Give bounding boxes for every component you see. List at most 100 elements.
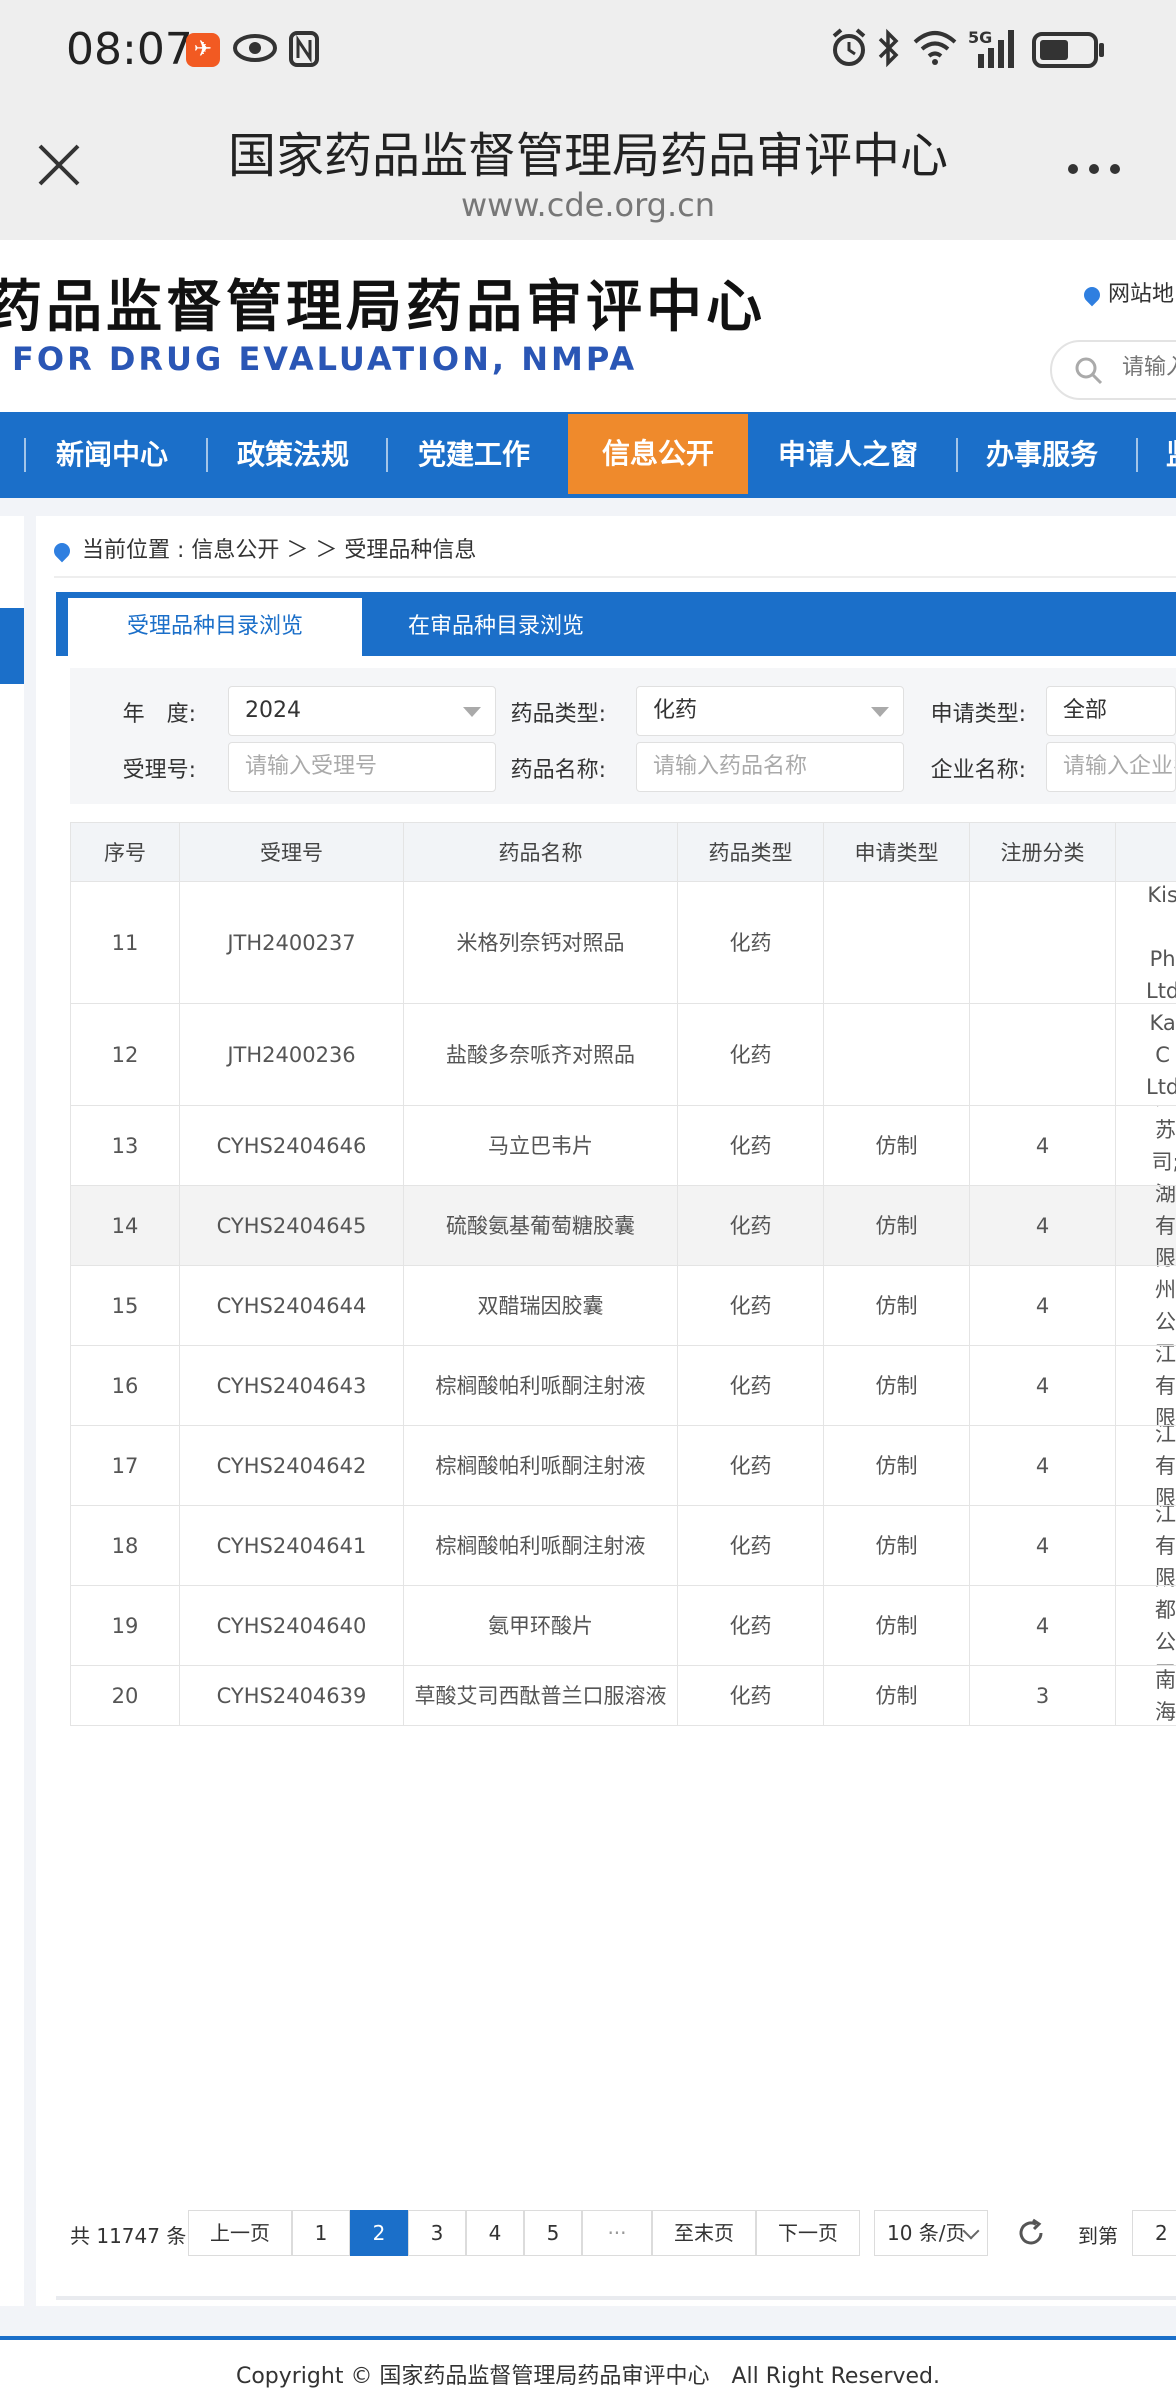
nav-item-info-disclosure[interactable]: 信息公开 xyxy=(568,414,748,494)
cell-drug-type: 化药 xyxy=(678,1666,824,1725)
table-row[interactable]: 15CYHS2404644双醋瑞因胶囊化药仿制4苏州 公司 xyxy=(70,1266,1176,1346)
cell-company: 成都 公司 xyxy=(1116,1586,1176,1665)
cell-reg-class: 4 xyxy=(970,1426,1116,1505)
nav-item-party[interactable]: 党建工作 xyxy=(418,412,530,498)
nav-item-more[interactable]: 监 xyxy=(1166,412,1176,498)
column-header-apply-type: 申请类型 xyxy=(824,822,970,882)
cell-accept-no: JTH2400237 xyxy=(180,882,404,1003)
cell-drug-name: 盐酸多奈哌齐对照品 xyxy=(404,1004,678,1105)
goto-page-input[interactable]: 2 xyxy=(1132,2210,1176,2256)
cell-drug-type: 化药 xyxy=(678,882,824,1003)
nav-item-applicant[interactable]: 申请人之窗 xyxy=(778,412,918,498)
cell-reg-class xyxy=(970,1004,1116,1105)
cell-apply-type: 仿制 xyxy=(824,1506,970,1585)
more-options-icon[interactable] xyxy=(1066,162,1122,176)
page-button-2[interactable]: 2 xyxy=(350,2210,408,2256)
sitemap-link[interactable]: 网站地 xyxy=(1080,276,1174,308)
table-row[interactable]: 16CYHS2404643棕榈酸帕利哌酮注射液化药仿制4浙江 有限 技 xyxy=(70,1346,1176,1426)
cell-drug-type: 化药 xyxy=(678,1106,824,1185)
column-header-company xyxy=(1116,822,1176,882)
apply-type-select[interactable]: 全部 xyxy=(1046,686,1176,736)
drug-name-input[interactable]: 请输入药品名称 xyxy=(636,742,904,792)
cell-accept-no: CYHS2404641 xyxy=(180,1506,404,1585)
divider xyxy=(56,2296,1176,2300)
browser-url[interactable]: www.cde.org.cn xyxy=(0,186,1176,224)
next-page-button[interactable]: 下一页 xyxy=(756,2210,860,2256)
cell-apply-type xyxy=(824,1004,970,1105)
column-header-reg-class: 注册分类 xyxy=(970,822,1116,882)
column-header-accept-no: 受理号 xyxy=(180,822,404,882)
prev-page-button[interactable]: 上一页 xyxy=(188,2210,292,2256)
nav-item-policy[interactable]: 政策法规 xyxy=(237,412,349,498)
table-row[interactable]: 11 JTH2400237 米格列奈钙对照品 化药 Kis Ph Ltd xyxy=(70,882,1176,1004)
cell-drug-name: 马立巴韦片 xyxy=(404,1106,678,1185)
nav-item-services[interactable]: 办事服务 xyxy=(986,412,1098,498)
page-ellipsis[interactable]: ··· xyxy=(582,2210,652,2256)
apply-type-select-value: 全部 xyxy=(1063,698,1108,723)
copyright-text: Copyright © 国家药品监督管理局药品审评中心 All Right Re… xyxy=(235,2364,941,2389)
nav-separator xyxy=(956,438,958,472)
page-button-3[interactable]: 3 xyxy=(408,2210,466,2256)
cell-company: Ka C Ltd xyxy=(1116,1004,1176,1105)
year-select[interactable]: 2024 xyxy=(228,686,496,736)
cell-no: 16 xyxy=(70,1346,180,1425)
eye-icon xyxy=(233,34,277,62)
site-search[interactable] xyxy=(1050,340,1176,400)
table-row[interactable]: 12 JTH2400236 盐酸多奈哌齐对照品 化药 Ka C Ltd xyxy=(70,1004,1176,1106)
bluetooth-icon xyxy=(878,28,899,68)
app-notification-icon: ✈ xyxy=(186,33,220,67)
cell-apply-type: 仿制 xyxy=(824,1426,970,1505)
page-size-value: 10 条/页 xyxy=(887,2221,966,2245)
page-button-5[interactable]: 5 xyxy=(524,2210,582,2256)
table-row[interactable]: 19CYHS2404640氨甲环酸片化药仿制4成都 公司 xyxy=(70,1586,1176,1666)
cell-accept-no: CYHS2404643 xyxy=(180,1346,404,1425)
total-count: 共 11747 条 xyxy=(70,2224,187,2248)
table-row[interactable]: 17CYHS2404642棕榈酸帕利哌酮注射液化药仿制4浙江 有限 技 xyxy=(70,1426,1176,1506)
tab-under-review-catalog[interactable]: 在审品种目录浏览 xyxy=(386,598,606,656)
cell-accept-no: CYHS2404645 xyxy=(180,1186,404,1265)
cell-apply-type: 仿制 xyxy=(824,1186,970,1265)
cell-accept-no: CYHS2404646 xyxy=(180,1106,404,1185)
cell-reg-class: 4 xyxy=(970,1106,1116,1185)
cell-no: 12 xyxy=(70,1004,180,1105)
site-search-input[interactable] xyxy=(1120,354,1176,381)
table-row[interactable]: 13CYHS2404646马立巴韦片化药仿制4江苏 司;江 xyxy=(70,1106,1176,1186)
page-button-1[interactable]: 1 xyxy=(292,2210,350,2256)
cell-accept-no: CYHS2404639 xyxy=(180,1666,404,1725)
cell-drug-type: 化药 xyxy=(678,1586,824,1665)
side-panel-active-item[interactable] xyxy=(0,608,24,684)
cell-reg-class: 4 xyxy=(970,1586,1116,1665)
refresh-icon[interactable] xyxy=(1016,2218,1046,2248)
cell-company: Kis Ph Ltd xyxy=(1116,882,1176,1003)
accept-no-label: 受理号: xyxy=(122,758,196,783)
nav-item-news[interactable]: 新闻中心 xyxy=(56,412,168,498)
browser-page-title: 国家药品监督管理局药品审评中心 xyxy=(227,128,948,184)
goto-label: 到第 xyxy=(1078,2224,1118,2248)
tab-bar: 受理品种目录浏览 在审品种目录浏览 xyxy=(56,592,1176,656)
year-label: 年 度: xyxy=(122,702,196,727)
cell-drug-type: 化药 xyxy=(678,1506,824,1585)
column-header-no: 序号 xyxy=(70,822,180,882)
nav-separator xyxy=(206,438,208,472)
cell-no: 14 xyxy=(70,1186,180,1265)
cell-no: 20 xyxy=(70,1666,180,1725)
cell-reg-class: 3 xyxy=(970,1666,1116,1725)
tab-accepted-catalog[interactable]: 受理品种目录浏览 xyxy=(68,598,362,656)
page-button-4[interactable]: 4 xyxy=(466,2210,524,2256)
drug-type-select[interactable]: 化药 xyxy=(636,686,904,736)
company-input[interactable]: 请输入企业名 xyxy=(1046,742,1176,792)
status-bar: 08:07 ✈ 5G xyxy=(0,0,1176,100)
table-row[interactable]: 20CYHS2404639草酸艾司西酞普兰口服溶液化药仿制3海南 海南 xyxy=(70,1666,1176,1726)
nfc-icon xyxy=(289,31,319,67)
table-row[interactable]: 18CYHS2404641棕榈酸帕利哌酮注射液化药仿制4浙江 有限 技 xyxy=(70,1506,1176,1586)
cell-reg-class: 4 xyxy=(970,1266,1116,1345)
table-row[interactable]: 14CYHS2404645硫酸氨基葡萄糖胶囊化药仿制4西湖 有限 湖 xyxy=(70,1186,1176,1266)
accept-no-input[interactable]: 请输入受理号 xyxy=(228,742,496,792)
page-size-select[interactable]: 10 条/页 xyxy=(874,2210,988,2256)
nav-separator xyxy=(24,438,26,472)
cell-accept-no: JTH2400236 xyxy=(180,1004,404,1105)
drug-name-label: 药品名称: xyxy=(510,758,606,783)
last-page-button[interactable]: 至末页 xyxy=(652,2210,756,2256)
search-icon[interactable] xyxy=(1074,356,1104,386)
main-nav: 新闻中心 政策法规 党建工作 信息公开 申请人之窗 办事服务 监 xyxy=(0,412,1176,498)
